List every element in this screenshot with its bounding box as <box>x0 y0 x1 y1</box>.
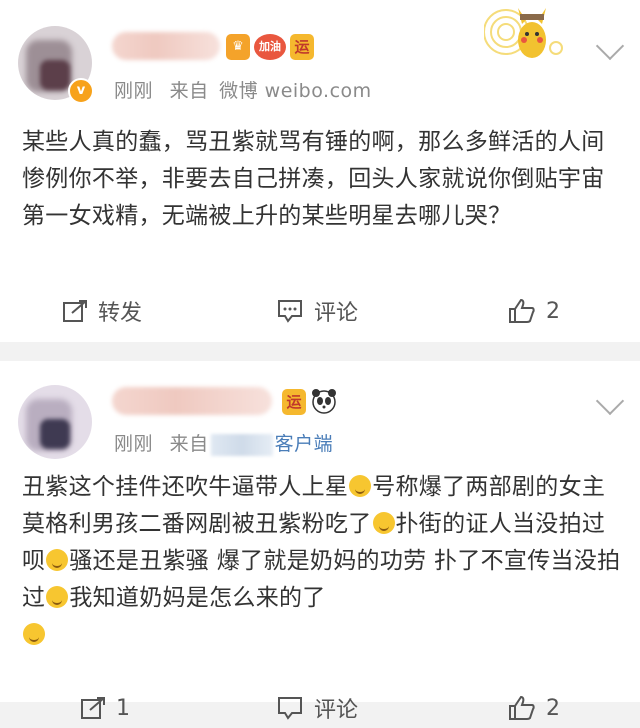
comment-icon <box>278 697 302 720</box>
pikachu-decoration <box>483 4 564 68</box>
emoji-icon <box>46 549 69 571</box>
like-count: 2 <box>546 695 560 721</box>
post-text: 丑紫这个挂件还吹牛逼带人上星 号称爆了两部剧的女主 莫格利男孩二番网剧被丑紫粉吃了… <box>22 469 622 654</box>
chevron-down-icon[interactable] <box>595 386 625 416</box>
comment-icon <box>278 300 302 323</box>
post-time: 刚刚 <box>114 433 154 455</box>
emoji-icon <box>46 586 69 608</box>
comment-label: 评论 <box>314 698 359 723</box>
emoji-icon <box>349 475 372 497</box>
post-meta: 刚刚 来自 微博 weibo.com <box>114 76 372 103</box>
emoji-icon <box>372 512 395 534</box>
thumbs-up-icon <box>509 298 535 323</box>
comment-button[interactable]: 评论 <box>276 688 358 728</box>
emoji-icon <box>23 623 45 645</box>
post-source[interactable]: 客户端 <box>275 433 334 455</box>
like-button[interactable]: 2 <box>508 688 560 728</box>
avatar[interactable] <box>18 385 92 459</box>
repost-icon <box>63 300 87 322</box>
username-blurred[interactable] <box>112 32 220 60</box>
post-time: 刚刚 <box>114 80 154 102</box>
repost-button[interactable]: 1 <box>80 688 130 728</box>
source-name-blurred <box>210 433 273 456</box>
like-button[interactable]: 2 <box>508 291 560 331</box>
text-segment: 我知道奶妈是怎么来的了 <box>69 585 326 611</box>
luck-badge: 运 <box>282 389 306 415</box>
comment-label: 评论 <box>314 301 359 326</box>
repost-icon <box>81 697 105 719</box>
verified-badge-icon: v <box>68 78 94 104</box>
panda-icon <box>310 387 338 419</box>
weibo-post-1: v ♛ 加油 运 刚刚 来自 微博 weibo.com 某些人真的蠢，骂丑紫就骂… <box>0 0 640 342</box>
action-bar: 1 评论 2 <box>0 688 640 728</box>
repost-count: 1 <box>116 695 130 721</box>
post-text: 某些人真的蠢，骂丑紫就骂有锤的啊，那么多鲜活的人间惨例你不举，非要去自己拼凑，回… <box>22 129 605 229</box>
weibo-post-2: 运 刚刚 来自 客户端 丑紫这个挂件还吹牛逼带人上星 号称爆了两部剧的女主 莫格利男… <box>0 361 640 723</box>
text-segment: 丑紫这个挂件还吹牛逼带人上星 <box>22 474 349 500</box>
luck-badge: 运 <box>290 34 314 60</box>
username-blurred[interactable] <box>112 387 272 415</box>
repost-button[interactable]: 转发 <box>62 291 142 331</box>
like-count: 2 <box>546 298 560 324</box>
post-meta: 刚刚 来自 客户端 <box>114 429 333 456</box>
repost-label: 转发 <box>98 301 143 326</box>
source-prefix: 来自 <box>169 433 209 455</box>
source-prefix: 来自 <box>169 80 209 102</box>
post-source[interactable]: 微博 weibo.com <box>219 80 372 102</box>
jiayou-badge: 加油 <box>254 34 286 60</box>
chevron-down-icon[interactable] <box>595 31 625 61</box>
crown-icon: ♛ <box>226 34 250 60</box>
comment-button[interactable]: 评论 <box>276 291 358 331</box>
action-bar: 转发 评论 2 <box>0 291 640 331</box>
thumbs-up-icon <box>509 695 535 720</box>
